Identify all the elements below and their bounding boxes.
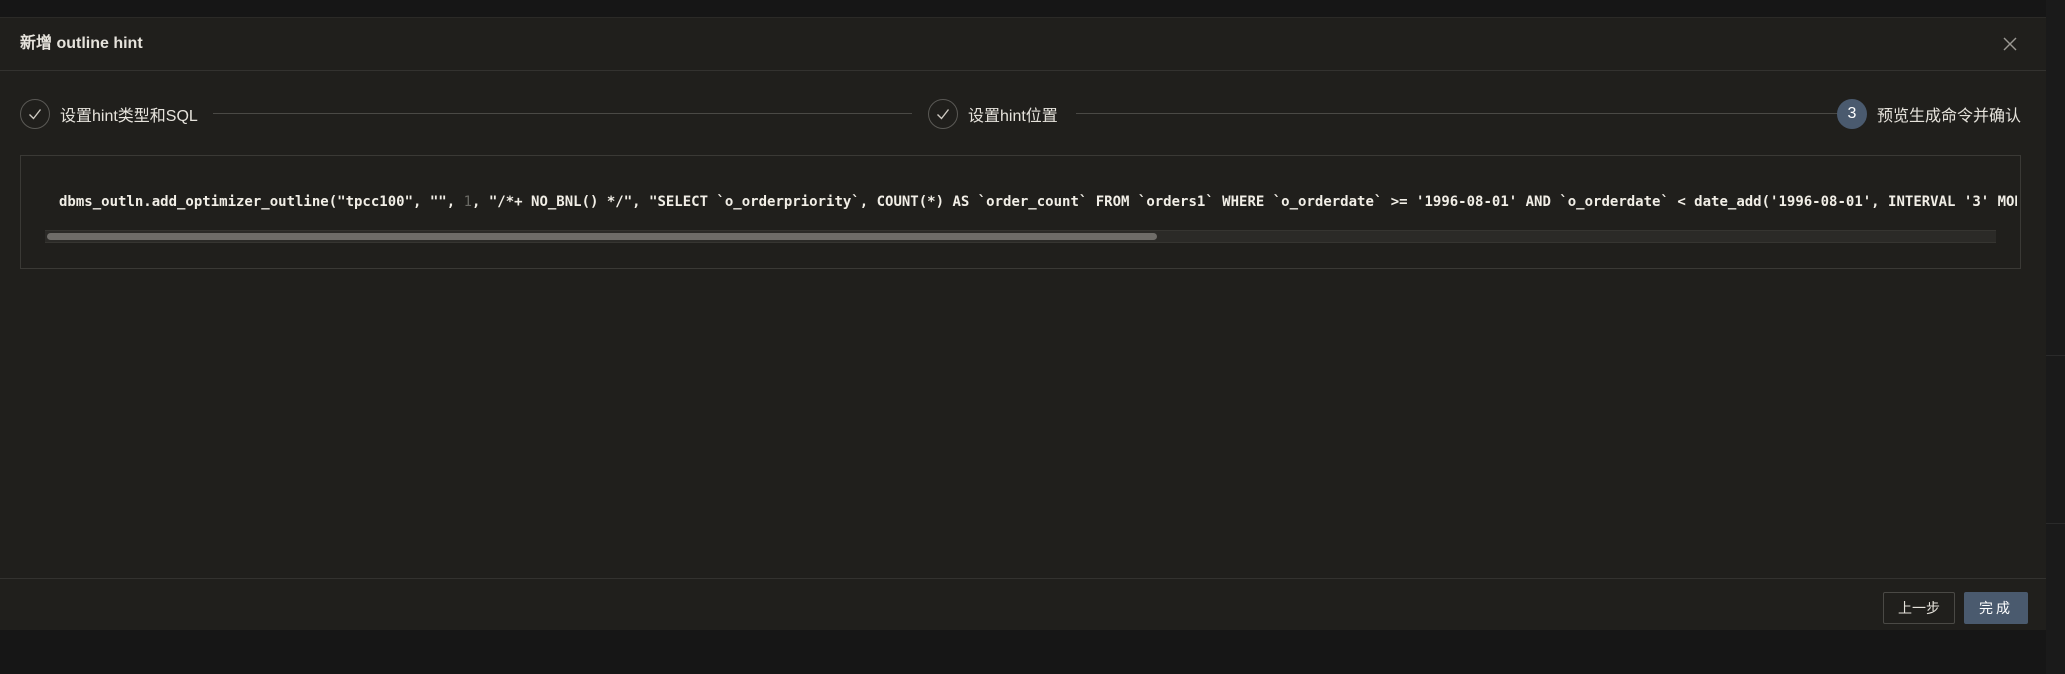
step-2: 设置hint位置 bbox=[928, 97, 1058, 131]
step-1: 设置hint类型和SQL bbox=[20, 97, 198, 131]
step-1-label: 设置hint类型和SQL bbox=[60, 108, 198, 125]
step-2-label: 设置hint位置 bbox=[968, 108, 1058, 125]
finish-button[interactable]: 完成 bbox=[1964, 592, 2028, 624]
check-icon bbox=[937, 109, 950, 120]
scrollbar-thumb[interactable] bbox=[47, 233, 1157, 240]
step-2-indicator bbox=[928, 99, 958, 129]
close-button[interactable] bbox=[2000, 34, 2020, 54]
step-connector bbox=[1076, 113, 1841, 114]
command-text-start: dbms_outln.add_optimizer_outline("tpcc10… bbox=[59, 194, 464, 210]
command-preview: dbms_outln.add_optimizer_outline("tpcc10… bbox=[20, 155, 2021, 269]
horizontal-scrollbar[interactable] bbox=[45, 230, 1996, 243]
modal-footer: 上一步 完成 bbox=[0, 578, 2046, 631]
divider bbox=[2046, 355, 2065, 356]
modal-header: 新增 outline hint bbox=[0, 18, 2046, 71]
command-number-literal: 1 bbox=[463, 194, 473, 210]
modal-title: 新增 outline hint bbox=[20, 35, 143, 52]
command-text-end: , "/*+ NO_BNL() */", "SELECT `o_orderpri… bbox=[472, 194, 2017, 210]
previous-step-button[interactable]: 上一步 bbox=[1883, 592, 1955, 624]
divider bbox=[2046, 523, 2065, 524]
add-outline-hint-modal: 新增 outline hint 设置hint类型和SQL 设置hint位置 3 … bbox=[0, 17, 2046, 630]
step-3: 3 预览生成命令并确认 bbox=[1837, 97, 2021, 131]
generated-command: dbms_outln.add_optimizer_outline("tpcc10… bbox=[59, 192, 2017, 212]
step-1-indicator bbox=[20, 99, 50, 129]
step-3-label: 预览生成命令并确认 bbox=[1877, 108, 2022, 125]
close-icon bbox=[2003, 37, 2017, 51]
step-3-indicator: 3 bbox=[1837, 99, 1867, 129]
check-icon bbox=[29, 109, 42, 120]
step-connector bbox=[213, 113, 912, 114]
steps-bar: 设置hint类型和SQL 设置hint位置 3 预览生成命令并确认 bbox=[20, 97, 2021, 131]
background-panel-edge bbox=[2046, 0, 2065, 674]
